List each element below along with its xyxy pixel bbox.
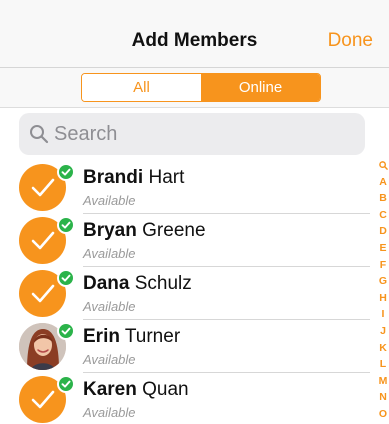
index-letter[interactable]: I bbox=[377, 306, 389, 323]
index-letter[interactable]: F bbox=[377, 257, 389, 274]
contact-name: Karen Quan bbox=[83, 379, 189, 401]
index-letter[interactable]: K bbox=[377, 340, 389, 357]
contact-status: Available bbox=[83, 405, 136, 420]
search-icon bbox=[30, 125, 49, 144]
contact-name: Erin Turner bbox=[83, 326, 180, 348]
contact-name: Dana Schulz bbox=[83, 273, 192, 295]
index-letter[interactable]: G bbox=[377, 273, 389, 290]
index-letter[interactable]: J bbox=[377, 323, 389, 340]
index-letter[interactable]: H bbox=[377, 290, 389, 307]
index-letter[interactable]: N bbox=[377, 389, 389, 406]
online-status-icon bbox=[57, 269, 75, 287]
online-status-icon bbox=[57, 322, 75, 340]
contact-row[interactable]: Dana Schulz Available bbox=[0, 267, 370, 320]
contact-row[interactable]: Erin Turner Available bbox=[0, 320, 370, 373]
contact-status: Available bbox=[83, 352, 136, 367]
index-letter[interactable]: L bbox=[377, 356, 389, 373]
contact-row[interactable]: Bryan Greene Available bbox=[0, 214, 370, 267]
add-members-screen: Add Members Done All Online Search Brand… bbox=[0, 0, 389, 424]
contact-status: Available bbox=[83, 193, 136, 208]
contact-first-name: Erin bbox=[83, 326, 120, 347]
contact-status: Available bbox=[83, 299, 136, 314]
search-placeholder: Search bbox=[54, 123, 118, 145]
navigation-bar: Add Members Done bbox=[0, 0, 389, 68]
contact-row[interactable]: Brandi Hart Available bbox=[0, 161, 370, 214]
contact-first-name: Karen bbox=[83, 379, 137, 400]
contact-row[interactable]: Karen Quan Available bbox=[0, 373, 370, 424]
online-status-icon bbox=[57, 216, 75, 234]
segment-online[interactable]: Online bbox=[201, 74, 320, 101]
contact-name: Bryan Greene bbox=[83, 220, 206, 242]
contact-first-name: Brandi bbox=[83, 167, 144, 188]
segment-all[interactable]: All bbox=[82, 74, 201, 101]
online-status-icon bbox=[57, 163, 75, 181]
contact-name: Brandi Hart bbox=[83, 167, 184, 189]
contact-first-name: Dana bbox=[83, 273, 130, 294]
index-letter[interactable]: D bbox=[377, 223, 389, 240]
section-index[interactable]: A B C D E F G H I J K L M N O bbox=[377, 157, 389, 423]
contact-status: Available bbox=[83, 246, 136, 261]
index-letter[interactable]: C bbox=[377, 207, 389, 224]
index-letter[interactable]: O bbox=[377, 406, 389, 423]
index-letter[interactable]: E bbox=[377, 240, 389, 257]
contact-last-name: Quan bbox=[142, 379, 189, 400]
index-letter[interactable]: M bbox=[377, 373, 389, 390]
online-status-icon bbox=[57, 375, 75, 393]
contact-last-name: Turner bbox=[124, 326, 181, 347]
index-letter[interactable]: B bbox=[377, 190, 389, 207]
index-search-icon[interactable] bbox=[377, 157, 389, 174]
contact-last-name: Greene bbox=[142, 220, 206, 241]
done-button[interactable]: Done bbox=[328, 30, 373, 52]
contact-first-name: Bryan bbox=[83, 220, 137, 241]
index-letter[interactable]: A bbox=[377, 174, 389, 191]
contact-last-name: Hart bbox=[148, 167, 185, 188]
search-field[interactable]: Search bbox=[19, 113, 365, 155]
contact-last-name: Schulz bbox=[134, 273, 192, 294]
filter-segmented-control: All Online bbox=[81, 73, 321, 102]
